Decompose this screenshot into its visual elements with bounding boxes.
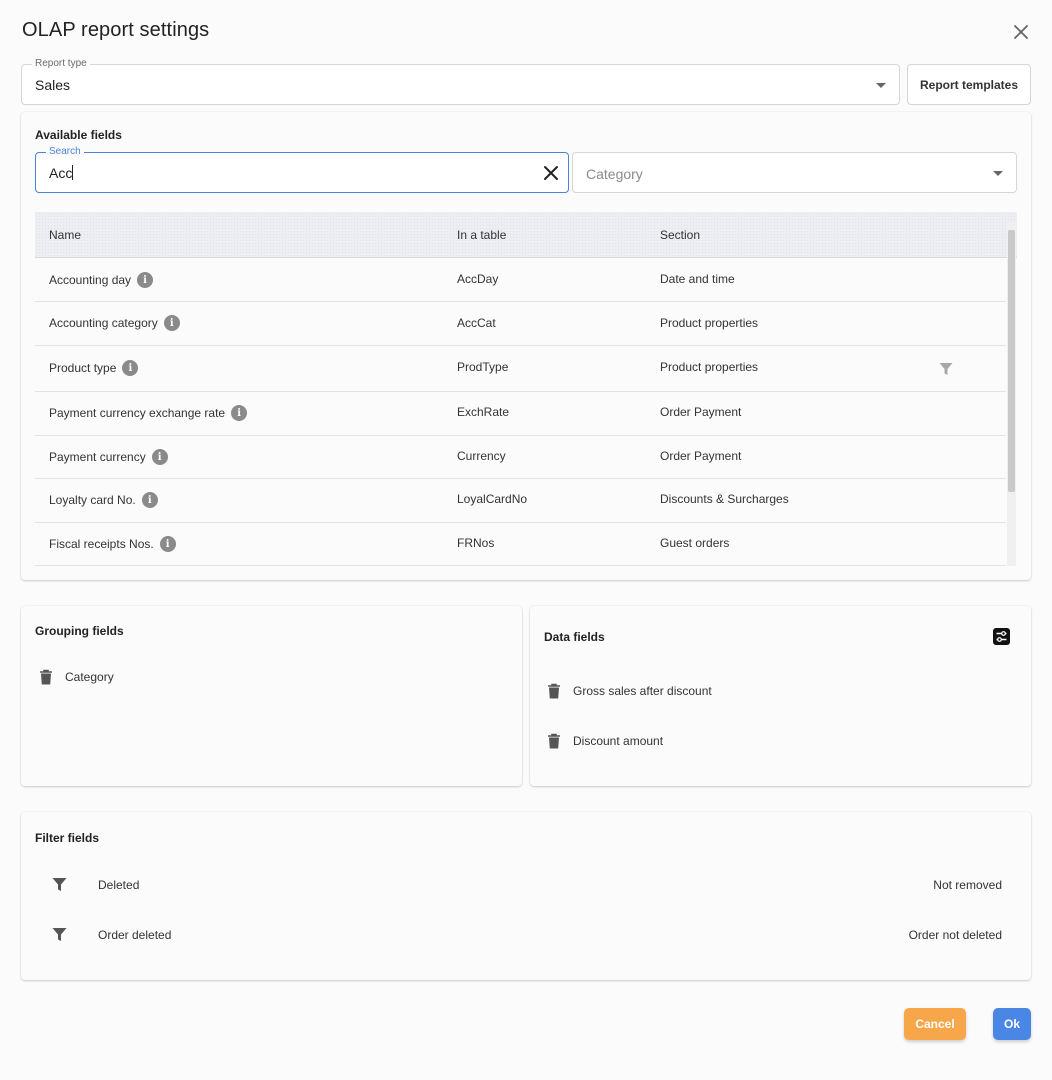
report-type-select[interactable]: Report type Sales [21,58,900,105]
row-table: Currency [457,449,506,463]
info-icon[interactable]: i [163,315,180,331]
grouping-fields-panel: Grouping fields Category [21,606,522,786]
filter-field-value[interactable]: Not removed [933,878,1002,892]
row-table: ProdType [457,360,509,374]
filter-icon[interactable] [52,927,67,942]
row-name: Accounting day [49,273,132,287]
row-name: Loyalty card No. [49,493,136,507]
grouping-field-item: Category [39,669,114,685]
info-icon[interactable]: i [151,449,168,465]
table-header: Name In a table Section [35,212,1017,258]
row-section: Discounts & Surcharges [660,492,789,506]
row-name: Fiscal receipts Nos. [49,537,154,551]
category-placeholder: Category [586,166,643,182]
trash-icon[interactable] [39,669,53,685]
column-header-section[interactable]: Section [660,228,700,242]
data-field-label: Gross sales after discount [573,684,712,698]
ok-button[interactable]: Ok [993,1008,1031,1040]
table-row[interactable]: Accounting category i AccCat Product prop… [35,302,1006,346]
info-icon[interactable]: i [122,360,139,376]
info-icon[interactable]: i [141,492,158,508]
filter-fields-title: Filter fields [35,831,100,845]
close-icon[interactable] [1010,21,1032,43]
table-row[interactable]: Accounting day i AccDay Date and time [35,259,1006,302]
row-section: Date and time [660,272,735,286]
available-fields-panel: Available fields Search Acc Category Nam… [21,112,1031,580]
search-value: Acc [49,165,73,181]
data-field-label: Discount amount [573,734,664,748]
grouping-fields-title: Grouping fields [35,624,124,638]
data-field-item: Discount amount [547,733,663,749]
table-row[interactable]: Product type i ProdType Product propertie… [35,346,1006,392]
table-row[interactable]: Payment currency i Currency Order Payment [35,436,1006,479]
row-section: Guest orders [660,536,730,550]
filter-fields-panel: Filter fields Deleted Not removed Order … [21,812,1031,980]
column-header-table[interactable]: In a table [457,228,506,242]
table-row[interactable]: Payment currency exchange rate i ExchRate… [35,392,1006,436]
row-table: ExchRate [457,405,510,419]
page-title: OLAP report settings [22,19,210,41]
row-section: Product properties [660,316,759,330]
category-select[interactable]: Category [572,152,1017,193]
data-fields-title: Data fields [544,630,605,644]
filter-field-item[interactable]: Order deleted Order not deleted [21,925,1031,945]
trash-icon[interactable] [547,683,561,699]
clear-icon[interactable] [542,164,560,182]
row-table: AccDay [457,272,499,286]
search-legend: Search [46,146,84,157]
filter-field-item[interactable]: Deleted Not removed [21,875,1031,895]
row-table: FRNos [457,536,495,550]
row-table: AccCat [457,316,496,330]
filter-field-value[interactable]: Order not deleted [909,928,1002,942]
filter-icon[interactable] [52,877,67,892]
info-icon[interactable]: i [231,405,248,421]
report-type-value: Sales [35,77,71,93]
trash-icon[interactable] [547,733,561,749]
row-name: Payment currency [49,450,146,464]
grouping-field-label: Category [65,670,114,684]
data-field-item: Gross sales after discount [547,683,712,699]
row-section: Order Payment [660,405,742,419]
info-icon[interactable]: i [159,536,176,552]
report-type-legend: Report type [32,58,90,69]
column-header-name[interactable]: Name [49,228,81,242]
chevron-down-icon [993,171,1003,176]
available-fields-title: Available fields [35,128,122,142]
text-cursor [72,165,74,180]
filter-field-label: Deleted [98,878,140,892]
fields-table: Name In a table Section Accounting day i … [35,212,1017,566]
settings-icon[interactable] [993,628,1010,645]
row-section: Product properties [660,360,759,374]
report-templates-button[interactable]: Report templates [907,64,1031,105]
chevron-down-icon [876,83,886,88]
row-table: LoyalCardNo [457,492,528,506]
row-name: Accounting category [49,316,158,330]
table-scrollbar[interactable] [1007,222,1016,566]
scrollbar-thumb[interactable] [1008,230,1015,492]
row-section: Order Payment [660,449,742,463]
info-icon[interactable]: i [137,272,154,288]
data-fields-panel: Data fields Gross sales after discount D… [530,606,1031,786]
search-input[interactable]: Search Acc [35,146,569,193]
filter-icon[interactable] [939,362,953,376]
row-name: Product type [49,361,117,375]
table-row[interactable]: Loyalty card No. i LoyalCardNo Discounts … [35,479,1006,523]
table-row[interactable]: Fiscal receipts Nos. i FRNos Guest orders [35,523,1006,566]
row-name: Payment currency exchange rate [49,406,226,420]
cancel-button[interactable]: Cancel [904,1008,966,1040]
filter-field-label: Order deleted [98,928,172,942]
